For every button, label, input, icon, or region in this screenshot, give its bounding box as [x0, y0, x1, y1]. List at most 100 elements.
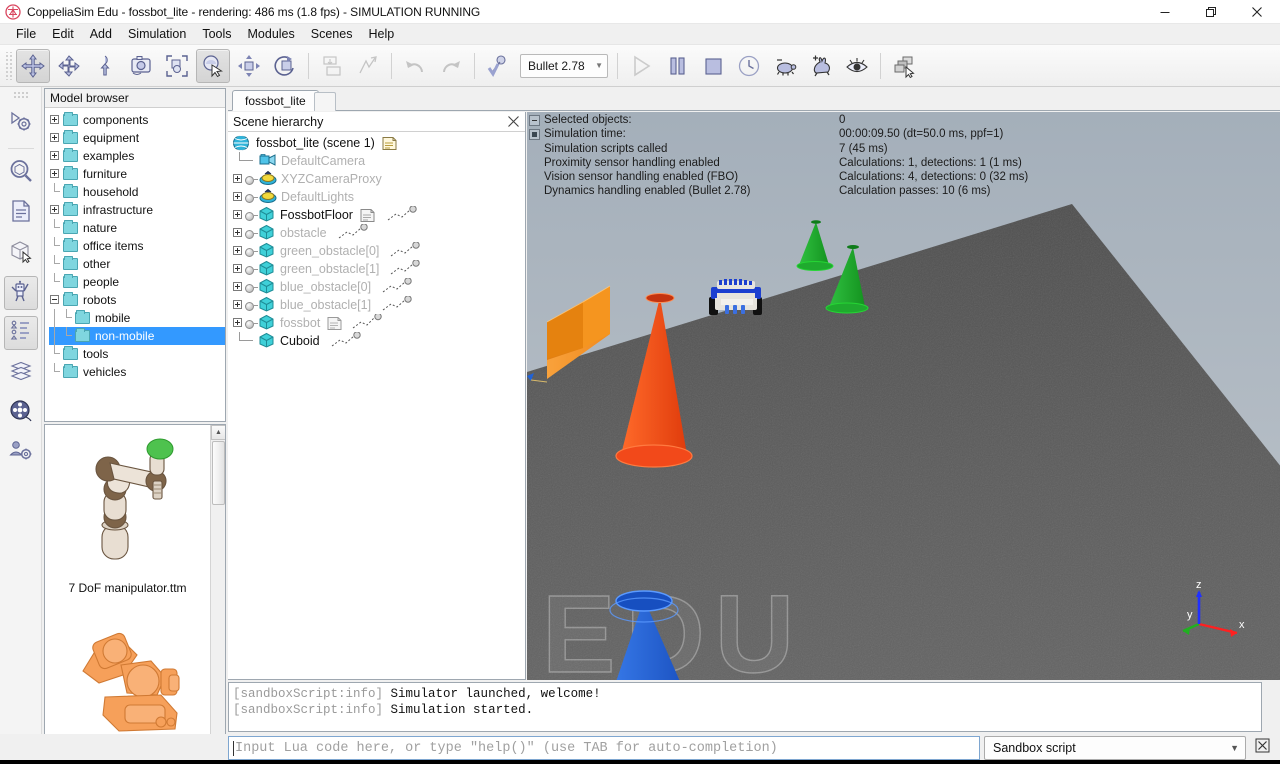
realtime-mode-button[interactable]	[732, 49, 766, 83]
hierarchy-row-blue-obstacle-1[interactable]: blue_obstacle[1]	[228, 295, 525, 314]
start-simulation-button[interactable]	[624, 49, 658, 83]
collapse-box-icon[interactable]	[529, 114, 540, 126]
scene-hierarchy-toggle-button[interactable]	[3, 316, 38, 350]
model-tree-item-examples[interactable]: examples	[49, 147, 225, 165]
menu-tools[interactable]: Tools	[194, 25, 239, 43]
menu-scenes[interactable]: Scenes	[303, 25, 361, 43]
close-console-button[interactable]	[1252, 737, 1272, 758]
hierarchy-row-fossbotfloor[interactable]: FossbotFloor	[228, 205, 525, 224]
camera-shift-tool-button[interactable]	[124, 49, 158, 83]
expander-plus-icon[interactable]	[49, 147, 61, 165]
model-tree-item-furniture[interactable]: furniture	[49, 165, 225, 183]
expander-plus-icon[interactable]	[49, 129, 61, 147]
hierarchy-row-obstacle[interactable]: obstacle	[228, 223, 525, 242]
hierarchy-row-green-obstacle-1[interactable]: green_obstacle[1]	[228, 259, 525, 278]
expander-plus-icon[interactable]	[232, 278, 244, 296]
object-translation-tool-button[interactable]	[232, 49, 266, 83]
script-icon[interactable]	[381, 136, 398, 151]
expander-minus-icon[interactable]	[49, 291, 61, 309]
video-recorder-button[interactable]	[4, 396, 38, 430]
model-tree-item-tools[interactable]: tools	[49, 345, 225, 363]
scene-object-properties-button[interactable]	[4, 107, 38, 141]
model-tree-item-nature[interactable]: nature	[49, 219, 225, 237]
model-tree-item-infrastructure[interactable]: infrastructure	[49, 201, 225, 219]
scrollbar-thumb[interactable]	[212, 441, 225, 505]
hierarchy-row-blue-obstacle-0[interactable]: blue_obstacle[0]	[228, 277, 525, 296]
expander-plus-icon[interactable]	[232, 224, 244, 242]
hierarchy-row-cuboid[interactable]: Cuboid	[228, 331, 525, 350]
scene-3d-viewport[interactable]: EDU x y z Selected objects: 0 Simulation…	[527, 112, 1280, 680]
object-translate-z-button[interactable]	[88, 49, 122, 83]
expander-plus-icon[interactable]	[232, 206, 244, 224]
close-button[interactable]	[1234, 0, 1280, 24]
hierarchy-row-xyzcameraproxy[interactable]: XYZCameraProxy	[228, 170, 525, 188]
script-icon[interactable]	[359, 208, 376, 223]
menu-add[interactable]: Add	[82, 25, 120, 43]
layers-button[interactable]	[4, 356, 38, 390]
disassembly-tool-button[interactable]	[351, 49, 385, 83]
model-pane-scrollbar[interactable]: ▲ ▼	[210, 425, 225, 763]
calculation-modules-button[interactable]	[4, 156, 38, 190]
status-console[interactable]: [sandboxScript:info] Simulator launched,…	[228, 682, 1262, 732]
maximize-button[interactable]	[1188, 0, 1234, 24]
tab-new-scene-stub[interactable]	[314, 92, 336, 111]
user-settings-button[interactable]	[4, 436, 38, 470]
script-target-combo[interactable]: Sandbox script ▼	[984, 736, 1246, 760]
expander-plus-icon[interactable]	[232, 296, 244, 314]
model-tree-item-vehicles[interactable]: vehicles	[49, 363, 225, 381]
model-tree-item-household[interactable]: household	[49, 183, 225, 201]
object-rotation-tool-button[interactable]	[268, 49, 302, 83]
menu-help[interactable]: Help	[360, 25, 402, 43]
model-item-7dof-manipulator[interactable]: 7 DoF manipulator.ttm	[45, 425, 210, 597]
menu-modules[interactable]: Modules	[240, 25, 303, 43]
hierarchy-row-scene[interactable]: fossbot_lite (scene 1)	[228, 134, 525, 152]
scroll-up-arrow-icon[interactable]: ▲	[211, 425, 225, 440]
model-tree-item-components[interactable]: components	[49, 111, 225, 129]
expander-plus-icon[interactable]	[232, 188, 244, 206]
object-selection-tool-button[interactable]	[196, 48, 230, 83]
expander-plus-icon[interactable]	[232, 260, 244, 278]
hierarchy-row-defaultlights[interactable]: DefaultLights	[228, 188, 525, 206]
dynamics-toggle-button[interactable]	[481, 49, 515, 83]
model-tree-item-equipment[interactable]: equipment	[49, 129, 225, 147]
model-browser-toggle-button[interactable]	[3, 276, 38, 310]
expander-plus-icon[interactable]	[49, 201, 61, 219]
hierarchy-row-defaultcamera[interactable]: DefaultCamera	[228, 152, 525, 170]
model-tree-item-robots[interactable]: robots	[49, 291, 225, 309]
expander-plus-icon[interactable]	[49, 165, 61, 183]
minimize-button[interactable]	[1142, 0, 1188, 24]
menu-edit[interactable]: Edit	[44, 25, 82, 43]
close-icon[interactable]	[507, 115, 520, 128]
model-tree-item-non-mobile[interactable]: non-mobile	[49, 327, 225, 345]
physics-engine-combo[interactable]: Bullet 2.78 ▼	[520, 53, 608, 78]
expander-plus-icon[interactable]	[232, 170, 244, 188]
speed-up-button[interactable]	[804, 49, 838, 83]
tab-fossbot-lite[interactable]: fossbot_lite	[232, 90, 319, 111]
script-editor-button[interactable]	[4, 196, 38, 230]
camera-fit-tool-button[interactable]	[160, 49, 194, 83]
slow-down-button[interactable]	[768, 49, 802, 83]
model-tree-item-mobile[interactable]: mobile	[49, 309, 225, 327]
object-rotate-tool-button[interactable]	[52, 49, 86, 83]
lua-input-field[interactable]: Input Lua code here, or type "help()" (u…	[228, 736, 980, 760]
expander-plus-icon[interactable]	[232, 242, 244, 260]
expander-plus-icon[interactable]	[49, 111, 61, 129]
menu-file[interactable]: File	[8, 25, 44, 43]
model-tree-item-other[interactable]: other	[49, 255, 225, 273]
pause-simulation-button[interactable]	[660, 49, 694, 83]
page-selector-button[interactable]	[887, 49, 921, 83]
hierarchy-row-fossbot[interactable]: fossbot	[228, 312, 525, 332]
toolbar-grip[interactable]	[4, 51, 13, 80]
hierarchy-row-green-obstacle-0[interactable]: green_obstacle[0]	[228, 241, 525, 260]
object-shift-tool-button[interactable]	[16, 48, 50, 83]
model-tree-item-office-items[interactable]: office items	[49, 237, 225, 255]
redo-button[interactable]	[434, 49, 468, 83]
threaded-rendering-button[interactable]	[840, 49, 874, 83]
stop-simulation-button[interactable]	[696, 49, 730, 83]
menu-simulation[interactable]: Simulation	[120, 25, 194, 43]
assembly-tool-button[interactable]	[315, 49, 349, 83]
script-icon[interactable]	[326, 316, 343, 331]
model-tree-item-people[interactable]: people	[49, 273, 225, 291]
shape-edit-mode-button[interactable]	[4, 236, 38, 270]
expander-plus-icon[interactable]	[232, 314, 244, 332]
